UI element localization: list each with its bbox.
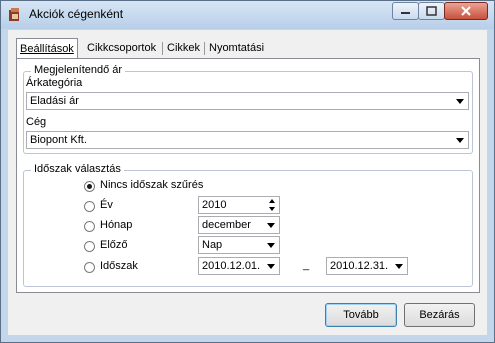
maximize-icon (426, 6, 437, 16)
month-value: december (202, 219, 251, 231)
month-label: Hónap (100, 219, 133, 231)
company-select[interactable]: Biopont Kft. (26, 131, 469, 149)
tab-items[interactable]: Cikkek (164, 40, 203, 57)
price-group: Megjelenítendő ár Árkategória Eladási ár… (23, 64, 473, 154)
year-stepper[interactable]: 2010 (198, 196, 280, 214)
spin-down-icon[interactable] (269, 207, 275, 211)
period-group: Időszak választás Nincs időszak szűrés É… (23, 163, 473, 287)
window-title: Akciók cégenként (29, 7, 124, 21)
minimize-icon (401, 12, 410, 14)
previous-select[interactable]: Nap (198, 236, 280, 254)
date-to-value: 2010.12.31. (330, 260, 389, 272)
tab-settings[interactable]: Beállítások (16, 38, 78, 59)
price-group-title: Megjelenítendő ár (31, 64, 126, 76)
year-value: 2010 (202, 199, 227, 211)
category-label: Árkategória (26, 77, 83, 89)
radio-month[interactable] (84, 221, 95, 232)
category-select[interactable]: Eladási ár (26, 92, 469, 110)
dialog-body: Beállítások Cikkcsoportok Cikkek Nyomtat… (8, 30, 487, 335)
chevron-down-icon (267, 243, 275, 248)
tab-separator (204, 42, 205, 55)
tab-separator (162, 42, 163, 55)
chevron-down-icon (456, 99, 464, 104)
maximize-button[interactable] (418, 2, 445, 20)
chevron-down-icon (267, 223, 275, 228)
date-to-picker[interactable]: 2010.12.31. (326, 257, 408, 275)
previous-value: Nap (202, 239, 223, 251)
category-value: Eladási ár (30, 95, 79, 107)
dialog-window: Akciók cégenként Beállítások Cikkcsoport… (0, 0, 495, 343)
radio-year[interactable] (84, 201, 95, 212)
date-separator: _ (303, 259, 310, 271)
date-from-picker[interactable]: 2010.12.01. (198, 257, 280, 275)
radio-period[interactable] (84, 262, 95, 273)
next-button[interactable]: Tovább (325, 303, 397, 327)
period-group-title: Időszak választás (31, 163, 124, 175)
chevron-down-icon (395, 264, 403, 269)
close-icon (461, 6, 471, 16)
title-bar[interactable]: Akciók cégenként (1, 1, 494, 29)
minimize-button[interactable] (392, 2, 419, 20)
date-from-value: 2010.12.01. (202, 260, 261, 272)
radio-no-filter[interactable] (84, 181, 95, 192)
spin-up-icon[interactable] (269, 199, 275, 203)
month-select[interactable]: december (198, 216, 280, 234)
radio-previous[interactable] (84, 241, 95, 252)
company-label: Cég (26, 116, 47, 128)
previous-label: Előző (100, 239, 128, 251)
year-label: Év (100, 199, 113, 211)
period-label: Időszak (100, 260, 138, 272)
company-value: Biopont Kft. (30, 134, 87, 146)
chevron-down-icon (267, 264, 275, 269)
chevron-down-icon (456, 138, 464, 143)
tab-item-groups[interactable]: Cikkcsoportok (84, 40, 159, 57)
close-button[interactable]: Bezárás (404, 303, 475, 327)
app-icon (9, 8, 19, 21)
settings-panel: Megjelenítendő ár Árkategória Eladási ár… (16, 58, 480, 293)
no-filter-label: Nincs időszak szűrés (100, 179, 204, 191)
tab-print-settings[interactable]: Nyomtatási beállítások (206, 40, 267, 71)
close-window-button[interactable] (444, 2, 488, 20)
